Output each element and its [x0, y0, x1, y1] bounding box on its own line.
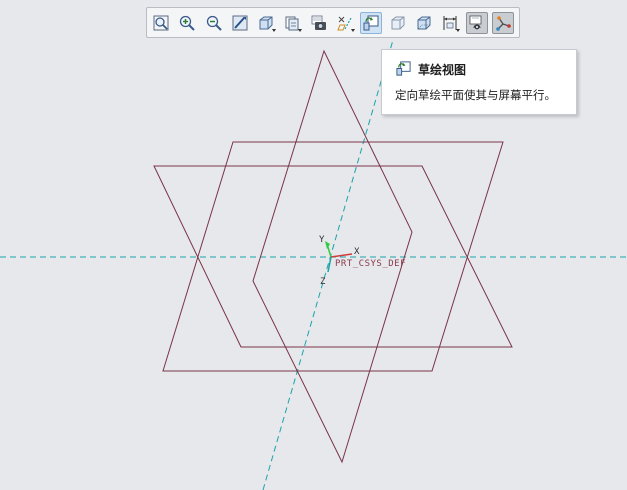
spin-center-button[interactable] — [465, 11, 488, 34]
datum-display-button[interactable] — [334, 12, 356, 34]
refit-button[interactable] — [150, 12, 172, 34]
csys-axis-y-label: Y — [319, 235, 325, 245]
dropdown-arrow-icon — [351, 28, 356, 32]
csys-axis-x-label: X — [354, 247, 360, 257]
csys-name-label: PRT_CSYS_DEF — [335, 259, 406, 269]
csys-display-icon — [496, 15, 511, 31]
zoom-in-button[interactable] — [176, 12, 198, 34]
view-toolbar — [146, 7, 520, 38]
saved-orientations-button[interactable] — [255, 12, 277, 34]
zoom-out-button[interactable] — [203, 12, 225, 34]
annotation-display-button[interactable] — [439, 12, 461, 34]
spin-center-icon — [469, 15, 481, 29]
refit-icon — [153, 15, 169, 30]
coordinate-system[interactable]: Y X Z PRT_CSYS_DEF — [319, 235, 406, 287]
csys-display-button[interactable] — [491, 11, 514, 34]
dropdown-arrow-icon — [272, 28, 277, 32]
perspective-view-button[interactable] — [413, 12, 435, 34]
appearance-gallery-icon — [391, 16, 405, 29]
zoom-in-icon — [180, 15, 196, 31]
view-manager-button[interactable] — [308, 12, 330, 34]
sketch-view-icon — [396, 61, 411, 76]
dropdown-arrow-icon — [298, 28, 303, 32]
zoom-out-icon — [206, 15, 222, 31]
dropdown-arrow-icon — [456, 28, 461, 32]
sketch-view-icon — [363, 15, 379, 30]
sketch-view-button[interactable] — [360, 11, 383, 34]
csys-axis-z-label: Z — [320, 277, 326, 287]
repaint-button[interactable] — [229, 12, 251, 34]
repaint-icon — [232, 15, 248, 30]
appearance-gallery-button[interactable] — [387, 12, 409, 34]
tooltip: 草绘视图 定向草绘平面使其与屏幕平行。 — [381, 49, 577, 115]
view-manager-icon — [311, 15, 326, 30]
tooltip-description: 定向草绘平面使其与屏幕平行。 — [395, 88, 556, 102]
perspective-view-icon — [417, 16, 431, 29]
display-style-button[interactable] — [281, 12, 303, 34]
tooltip-title: 草绘视图 — [418, 63, 467, 77]
